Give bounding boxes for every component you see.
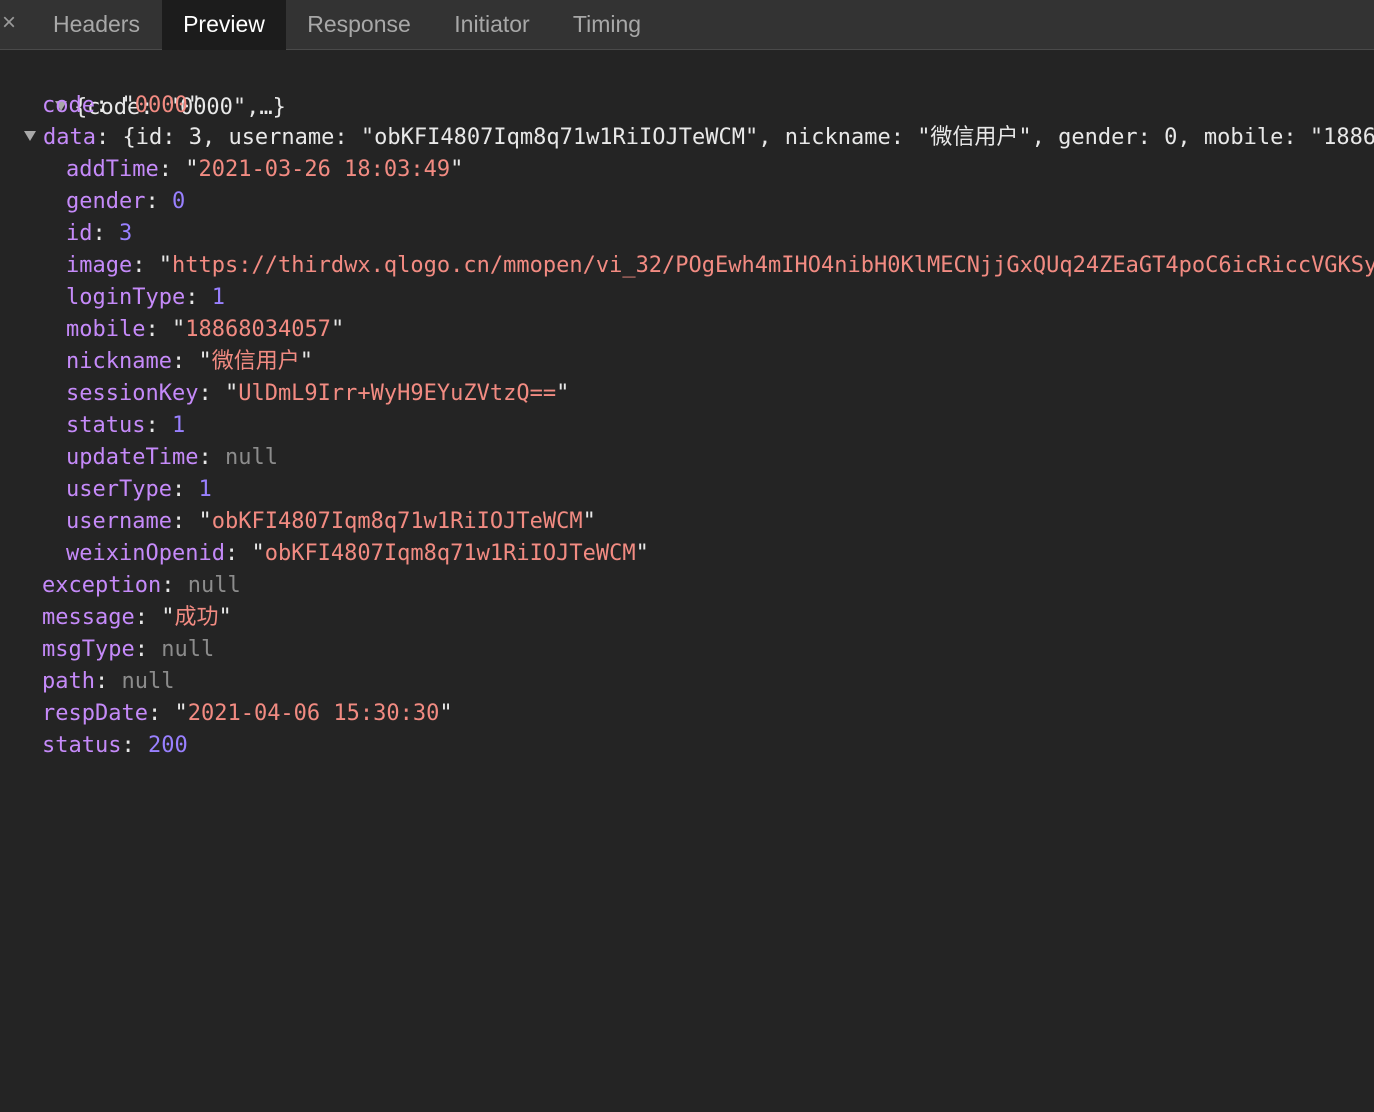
tree-row-gender: gender: 0 bbox=[66, 189, 186, 214]
tree-row-weixinOpenid: weixinOpenid: "obKFI4807Iqm8q71w1RiIOJTe… bbox=[66, 541, 649, 566]
value-status: 200 bbox=[147, 733, 188, 758]
tree-row-code: code: "0000" bbox=[42, 93, 201, 118]
data-summary: {id: 3, username: "obKFI4807Iqm8q71w1RiI… bbox=[122, 125, 1374, 150]
expand-triangle-icon[interactable] bbox=[24, 131, 36, 141]
key-weixinOpenid: weixinOpenid bbox=[66, 541, 225, 566]
tree-row-exception: exception: null bbox=[42, 573, 241, 598]
tree-row-image: image: "https://thirdwx.qlogo.cn/mmopen/… bbox=[66, 250, 1374, 282]
tree-row-loginType: loginType: 1 bbox=[66, 285, 225, 310]
value-mobile: 18868034057 bbox=[185, 317, 331, 342]
tree-row-mobile: mobile: "18868034057" bbox=[66, 317, 345, 342]
key-image: image bbox=[66, 253, 133, 278]
tree-row-status-inner: status: 1 bbox=[66, 413, 186, 438]
tab-preview[interactable]: Preview bbox=[162, 0, 286, 50]
tree-row-updateTime: updateTime: null bbox=[66, 445, 278, 470]
close-icon[interactable]: × bbox=[2, 8, 22, 38]
value-loginType: 1 bbox=[211, 285, 225, 310]
key-userType: userType bbox=[66, 477, 172, 502]
value-sessionKey: UlDmL9Irr+WyH9EYuZVtzQ== bbox=[238, 381, 557, 406]
tree-row-nickname: nickname: "微信用户" bbox=[66, 349, 313, 374]
key-status-inner: status bbox=[66, 413, 146, 438]
value-nickname: 微信用户 bbox=[211, 349, 300, 374]
tree-row-username: username: "obKFI4807Iqm8q71w1RiIOJTeWCM" bbox=[66, 509, 596, 534]
value-userType: 1 bbox=[198, 477, 212, 502]
value-id: 3 bbox=[119, 221, 133, 246]
tab-initiator[interactable]: Initiator bbox=[432, 0, 552, 50]
key-gender: gender bbox=[66, 189, 146, 214]
tree-row-status: status: 200 bbox=[42, 733, 188, 758]
value-path: null bbox=[121, 669, 175, 694]
key-id: id bbox=[66, 221, 93, 246]
key-path: path bbox=[42, 669, 95, 694]
tree-row-sessionKey: sessionKey: "UlDmL9Irr+WyH9EYuZVtzQ==" bbox=[66, 381, 570, 406]
value-exception: null bbox=[187, 573, 241, 598]
key-updateTime: updateTime bbox=[66, 445, 199, 470]
value-gender: 0 bbox=[171, 189, 186, 214]
tree-row-data[interactable]: data: {id: 3, username: "obKFI4807Iqm8q7… bbox=[24, 122, 1374, 154]
tree-row-userType: userType: 1 bbox=[66, 477, 212, 502]
tree-row-message: message: "成功" bbox=[42, 605, 232, 630]
devtools-tab-bar: × Headers Preview Response Initiator Tim… bbox=[0, 0, 1374, 50]
value-message: 成功 bbox=[174, 605, 219, 630]
key-data: data bbox=[43, 125, 96, 150]
value-image[interactable]: https://thirdwx.qlogo.cn/mmopen/vi_32/PO… bbox=[172, 253, 1374, 278]
tab-response[interactable]: Response bbox=[286, 0, 432, 50]
key-addTime: addTime bbox=[66, 157, 159, 182]
value-status-inner: 1 bbox=[171, 413, 186, 438]
value-updateTime: null bbox=[224, 445, 278, 470]
tab-headers[interactable]: Headers bbox=[32, 0, 161, 50]
tree-row-msgType: msgType: null bbox=[42, 637, 215, 662]
key-username: username bbox=[66, 509, 172, 534]
key-code: code bbox=[42, 93, 95, 118]
key-respDate: respDate bbox=[42, 701, 148, 726]
tree-row-path: path: null bbox=[42, 669, 175, 694]
tree-row-addTime: addTime: "2021-03-26 18:03:49" bbox=[66, 157, 464, 182]
value-code: 0000 bbox=[134, 93, 188, 118]
tree-row-respDate: respDate: "2021-04-06 15:30:30" bbox=[42, 701, 453, 726]
key-sessionKey: sessionKey bbox=[66, 381, 199, 406]
key-status: status bbox=[42, 733, 122, 758]
value-username: obKFI4807Iqm8q71w1RiIOJTeWCM bbox=[211, 509, 583, 534]
json-preview-tree: {code: "0000",…} code: "0000" data: {id:… bbox=[0, 60, 1374, 1100]
key-msgType: msgType bbox=[42, 637, 135, 662]
key-exception: exception bbox=[42, 573, 162, 598]
value-weixinOpenid: obKFI4807Iqm8q71w1RiIOJTeWCM bbox=[264, 541, 636, 566]
root-node[interactable]: {code: "0000",…} bbox=[2, 60, 286, 120]
tree-row-id: id: 3 bbox=[66, 221, 133, 246]
key-nickname: nickname bbox=[66, 349, 172, 374]
value-addTime: 2021-03-26 18:03:49 bbox=[198, 157, 451, 182]
key-loginType: loginType bbox=[66, 285, 186, 310]
value-msgType: null bbox=[161, 637, 215, 662]
key-message: message bbox=[42, 605, 135, 630]
tab-timing[interactable]: Timing bbox=[552, 0, 662, 50]
value-respDate: 2021-04-06 15:30:30 bbox=[187, 701, 440, 726]
key-mobile: mobile bbox=[66, 317, 146, 342]
